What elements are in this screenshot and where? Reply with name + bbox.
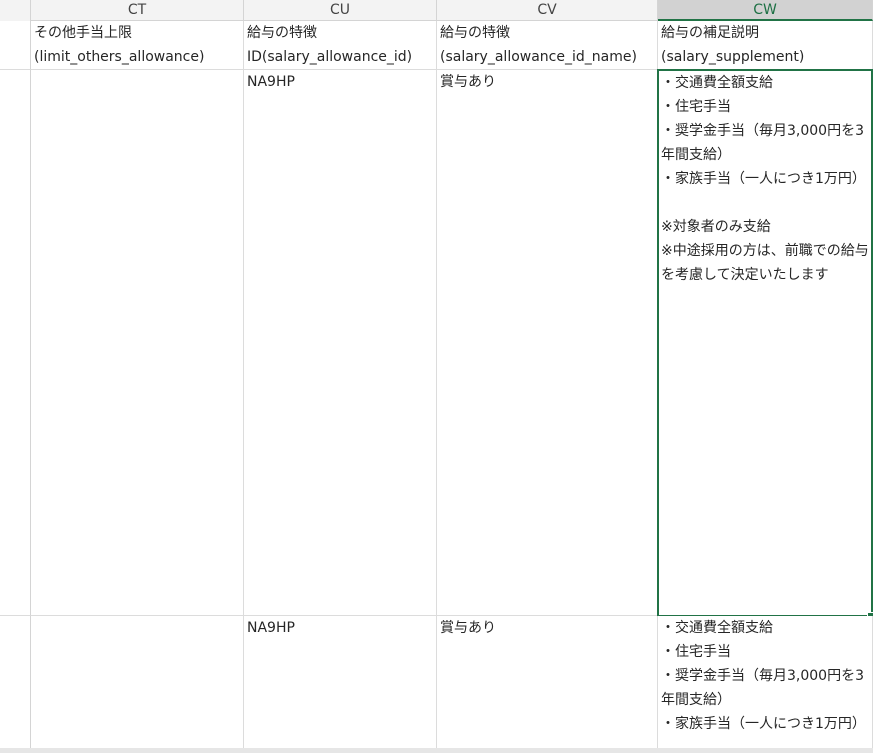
- row-header-2[interactable]: [0, 70, 31, 616]
- spreadsheet-grid: CT CU CV CW その他手当上限 (limit_others_allowa…: [0, 0, 873, 753]
- cell-cv-header[interactable]: 給与の特徴 (salary_allowance_id_name): [437, 21, 658, 70]
- cell-ct-row2[interactable]: [31, 616, 244, 753]
- cell-cw-header[interactable]: 給与の補足説明 (salary_supplement): [658, 21, 873, 70]
- column-header-cw[interactable]: CW: [658, 0, 873, 21]
- cell-cv-row1[interactable]: 賞与あり: [437, 70, 658, 616]
- row-header-3[interactable]: [0, 616, 31, 753]
- cell-cu-row2[interactable]: NA9HP: [244, 616, 437, 753]
- horizontal-scroll-edge: [0, 748, 873, 753]
- cell-ct-row1[interactable]: [31, 70, 244, 616]
- column-header-cu[interactable]: CU: [244, 0, 437, 21]
- cell-ct-header[interactable]: その他手当上限 (limit_others_allowance): [31, 21, 244, 70]
- row-header-1[interactable]: [0, 21, 31, 70]
- column-header-cv[interactable]: CV: [437, 0, 658, 21]
- column-header-row: CT CU CV CW: [0, 0, 873, 21]
- cell-cw-row1-selected[interactable]: ・交通費全額支給 ・住宅手当 ・奨学金手当（毎月3,000円を3年間支給） ・家…: [657, 69, 873, 617]
- cell-cw-row2[interactable]: ・交通費全額支給 ・住宅手当 ・奨学金手当（毎月3,000円を3年間支給） ・家…: [658, 616, 873, 753]
- cell-cu-row1[interactable]: NA9HP: [244, 70, 437, 616]
- cell-cv-row2[interactable]: 賞与あり: [437, 616, 658, 753]
- cell-cu-header[interactable]: 給与の特徴 ID(salary_allowance_id): [244, 21, 437, 70]
- column-header-ct[interactable]: CT: [31, 0, 244, 21]
- select-all-corner[interactable]: [0, 0, 31, 21]
